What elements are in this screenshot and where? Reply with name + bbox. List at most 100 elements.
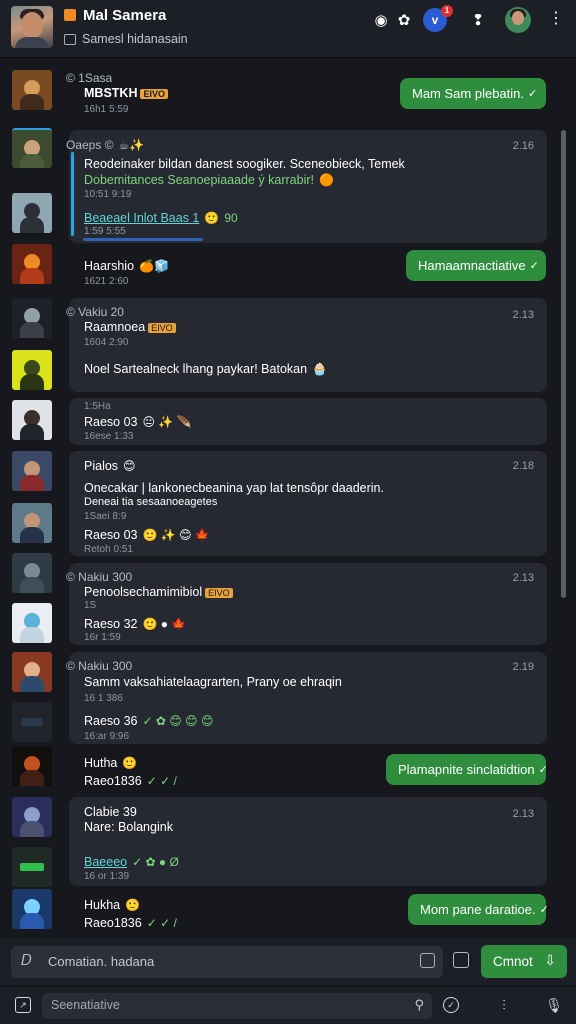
outgoing-message[interactable]: Plamapnite sinclatidtion ✓ bbox=[386, 754, 548, 785]
message-text: Nare: Bolangink bbox=[84, 820, 173, 834]
message-card[interactable] bbox=[69, 563, 547, 645]
read-check-icon: ✓ bbox=[529, 260, 539, 272]
message-meta: Clabie 39 bbox=[84, 805, 137, 819]
message-text: Penoolsechamimibiol EIVO bbox=[84, 585, 233, 599]
tag-badge: EIVO bbox=[205, 588, 233, 598]
message-timestamp: 1S bbox=[84, 600, 97, 611]
emoji-icon: 🟠 bbox=[319, 173, 334, 187]
thumbnail-3[interactable] bbox=[12, 193, 52, 233]
notifications-icon: v bbox=[431, 13, 439, 27]
message-input-placeholder: Comatian. hadana bbox=[48, 954, 155, 969]
composer: 𝐷 Comatian. hadana Cmnot ⇩ bbox=[0, 938, 576, 986]
message-text: Raeso 32 🙂 ● 🍁 bbox=[84, 617, 187, 631]
message-timestamp: 16r 1:59 bbox=[84, 632, 121, 643]
app-logo-icon bbox=[64, 9, 76, 21]
thumbnail-8[interactable] bbox=[12, 451, 52, 491]
chat-title: Mal Samera bbox=[83, 7, 167, 24]
progress-bar bbox=[83, 238, 203, 241]
message-input[interactable]: 𝐷 Comatian. hadana bbox=[11, 946, 443, 978]
message-text: Reodeinaker bildan danest soogiker. Scen… bbox=[84, 157, 405, 171]
message-text: Noel Sartealneck lhang paykar! Batokan 🧁 bbox=[84, 362, 328, 376]
send-button[interactable]: Cmnot ⇩ bbox=[481, 945, 567, 978]
thumbnail-10[interactable] bbox=[12, 553, 52, 593]
thumbnail-13[interactable] bbox=[12, 702, 52, 742]
channel-avatar[interactable] bbox=[11, 6, 53, 48]
message-text: Dobemitances Seanoepiaaade ý karrabir! 🟠 bbox=[84, 173, 334, 187]
message-timestamp: 16 or 1:39 bbox=[84, 871, 130, 882]
search-bar[interactable]: Seenatiative ⚲ bbox=[42, 993, 432, 1019]
read-check-icon: ✓ bbox=[538, 764, 548, 776]
verified-icon[interactable]: ✿ bbox=[392, 8, 416, 32]
thumbnail-11[interactable] bbox=[12, 603, 52, 643]
more-menu-icon[interactable]: ⋮ bbox=[548, 8, 564, 28]
message-timestamp: 1Saei 8:9 bbox=[84, 511, 127, 522]
search-placeholder: Seenatiative bbox=[51, 998, 120, 1012]
thumbnail-17[interactable] bbox=[12, 889, 52, 929]
thumbnail-12[interactable] bbox=[12, 652, 52, 692]
thumbnail-9[interactable] bbox=[12, 503, 52, 543]
message-text: MBSTKH EIVO bbox=[84, 86, 168, 100]
thumbnail-15[interactable] bbox=[12, 797, 52, 837]
scrollbar[interactable] bbox=[561, 130, 566, 598]
emoji-icon: ☕✨ bbox=[118, 138, 145, 152]
message-text: Raeso 03 🙂 ✨ 😊 🍁 bbox=[84, 528, 210, 542]
message-meta: © Nakiu 300 bbox=[66, 570, 133, 584]
message-meta: © Nakiu 300 bbox=[66, 659, 133, 673]
record-icon[interactable]: ◉ bbox=[369, 8, 393, 32]
outgoing-message[interactable]: Hamaamnactiative ✓ bbox=[406, 250, 546, 281]
alert-icon[interactable]: ❢ bbox=[466, 8, 490, 32]
link-text[interactable]: Baeeeo ✓ ✿ ● Ø bbox=[84, 855, 179, 869]
message-timestamp: 16h1 5:59 bbox=[84, 104, 129, 115]
thumbnail-7[interactable] bbox=[12, 400, 52, 440]
link-text[interactable]: Beaeael Inlot Baas 1 🙂 90 bbox=[84, 211, 238, 225]
search-icon[interactable]: ⚲ bbox=[414, 997, 424, 1013]
tag-badge: EIVO bbox=[140, 89, 168, 99]
subtitle-icon bbox=[64, 34, 76, 45]
thumbnail-16[interactable] bbox=[12, 847, 52, 887]
message-timestamp: 16 1 386 bbox=[84, 693, 123, 704]
compass-icon[interactable]: ✓ bbox=[443, 997, 459, 1013]
message-text: Raeo1836 ✓ ✓ / bbox=[84, 916, 177, 930]
message-time: 2.13 bbox=[512, 808, 534, 820]
outgoing-message[interactable]: Mom pane daratioe. ✓ bbox=[408, 894, 549, 925]
message-text: Samm vaksahiatelaagrarten, Prany oe ehra… bbox=[84, 675, 342, 689]
thumbnail-6[interactable] bbox=[12, 350, 52, 390]
thumbnail-14[interactable] bbox=[12, 746, 52, 786]
thumbnail-5[interactable] bbox=[12, 298, 52, 338]
message-meta: Hutha 🙂 bbox=[84, 756, 138, 770]
user-avatar[interactable] bbox=[505, 7, 531, 33]
message-timestamp: 10:51 9:19 bbox=[84, 189, 132, 200]
message-card[interactable] bbox=[69, 298, 547, 392]
attachment-icon[interactable]: 𝐷 bbox=[21, 952, 31, 969]
message-timestamp: 1604 2:90 bbox=[84, 337, 129, 348]
message-timestamp: 1:59 5:55 bbox=[84, 226, 126, 237]
quote-bar bbox=[71, 152, 74, 236]
message-text: Raeso 36 ✓ ✿ 😊 😊 😊 bbox=[84, 714, 214, 728]
notifications-button[interactable]: v 1 bbox=[423, 5, 453, 32]
outgoing-message[interactable]: Mam Sam plebatin. ✓ bbox=[400, 78, 546, 109]
message-card[interactable] bbox=[69, 652, 547, 744]
thumbnail-2[interactable] bbox=[12, 128, 52, 168]
panel-toggle-icon[interactable]: ↗ bbox=[15, 997, 31, 1013]
message-text: Raamnoea EIVO bbox=[84, 320, 176, 334]
send-button-label: Cmnot bbox=[493, 954, 533, 969]
message-text: Haarshio 🍊🧊 bbox=[84, 259, 169, 273]
message-meta: 1:5Ha bbox=[84, 401, 111, 412]
header: Mal Samera Samesl hidanasain ◉ ✿ v 1 ❢ ⋮ bbox=[0, 0, 576, 58]
message-timestamp: 1621 2:60 bbox=[84, 276, 129, 287]
media-icon[interactable] bbox=[420, 953, 435, 968]
message-card[interactable] bbox=[69, 797, 547, 886]
message-timestamp: 16:ar 9:96 bbox=[84, 731, 130, 742]
message-time: 2.18 bbox=[512, 460, 534, 472]
filter-icon[interactable]: ⫶ bbox=[496, 997, 512, 1013]
message-timestamp: 16ese 1:33 bbox=[84, 431, 134, 442]
message-meta: Pialos 😊 bbox=[84, 459, 136, 473]
microphone-icon[interactable]: 🎙 bbox=[545, 997, 563, 1013]
thumbnail-4[interactable] bbox=[12, 244, 52, 284]
sticker-icon[interactable] bbox=[453, 952, 469, 968]
tag-badge: EIVO bbox=[148, 323, 176, 333]
message-meta: Oaeps © ☕✨ bbox=[66, 138, 145, 152]
message-text: Raeo1836 ✓ ✓ / bbox=[84, 774, 177, 788]
thumbnail-1[interactable] bbox=[12, 70, 52, 110]
read-check-icon: ✓ bbox=[539, 904, 549, 916]
